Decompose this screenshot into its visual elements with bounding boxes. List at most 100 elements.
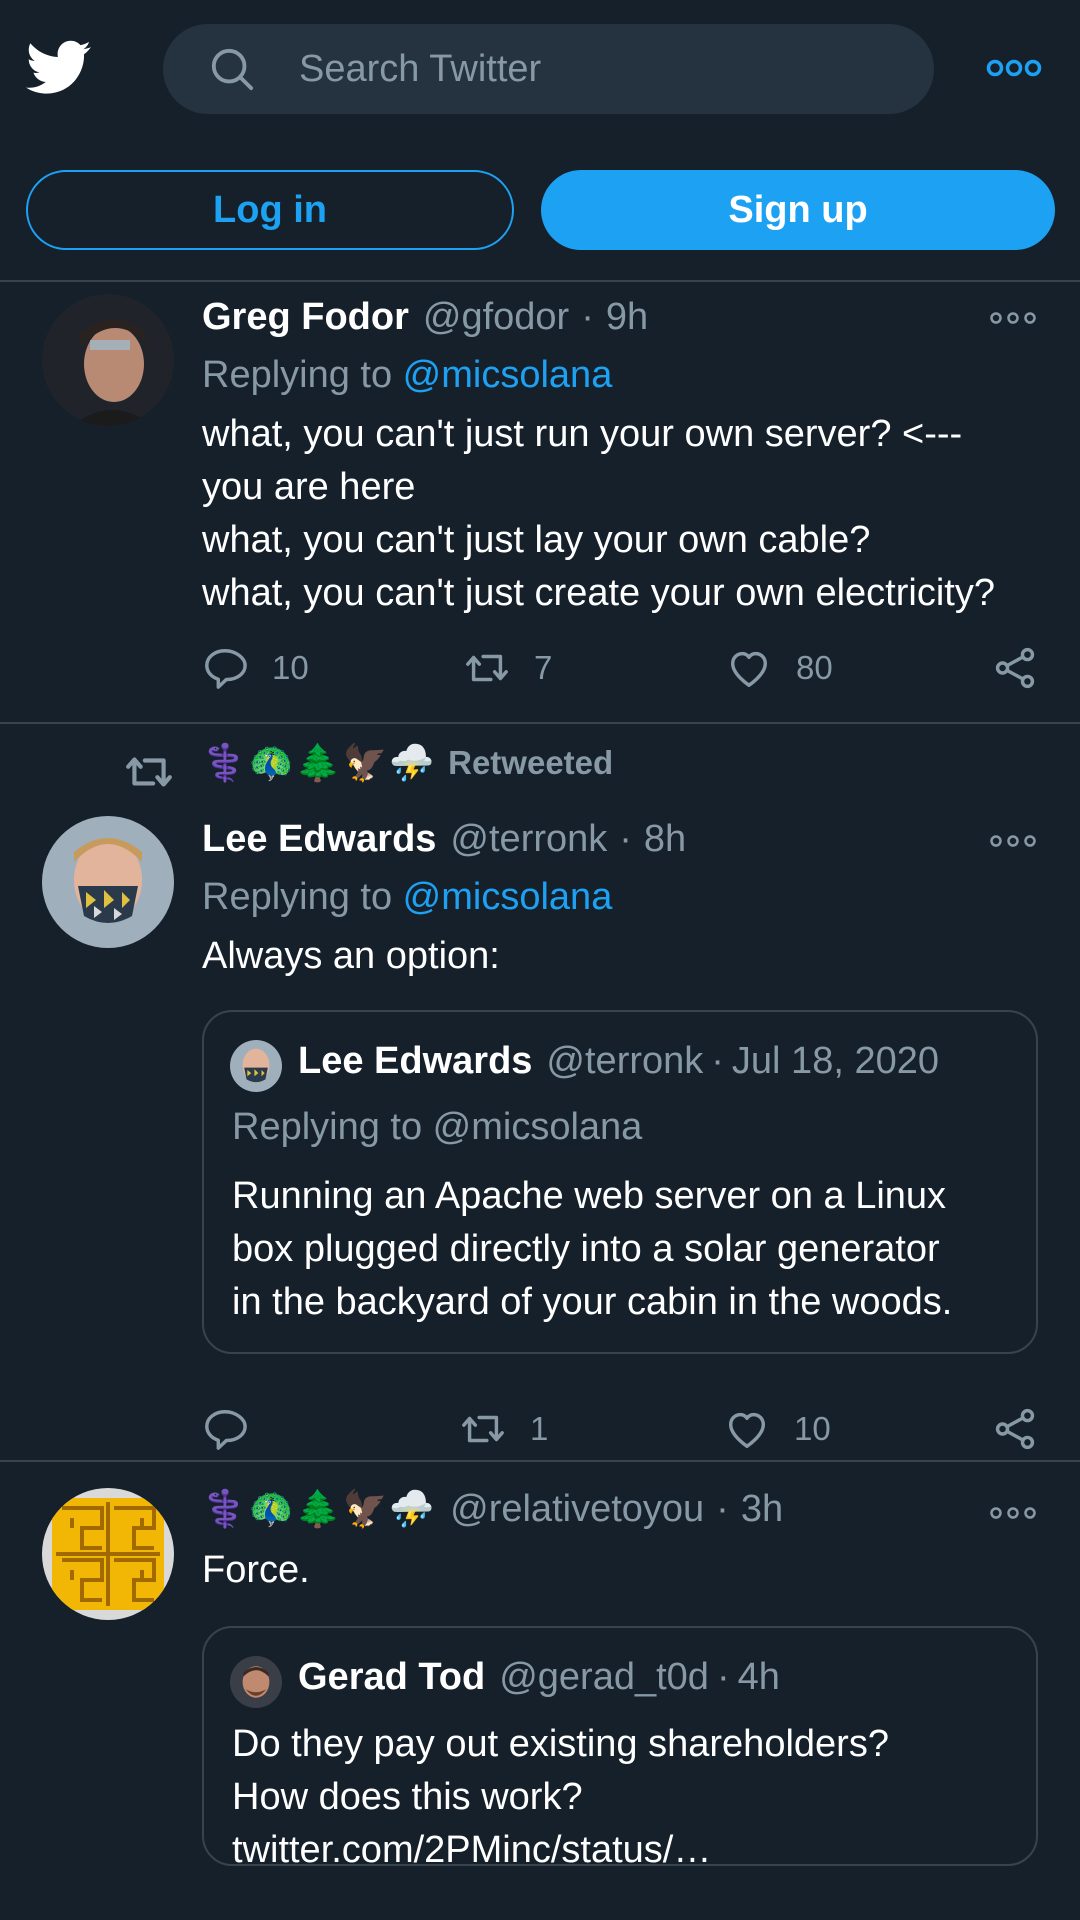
top-bar: Search Twitter Log in Sign up — [0, 0, 1080, 282]
tweet-menu-icon[interactable] — [990, 834, 1036, 848]
author-name[interactable]: Lee Edwards — [202, 818, 436, 861]
retweet-icon — [462, 1415, 504, 1443]
tweet-actions: 10 7 80 — [202, 643, 1042, 693]
quoted-tweet[interactable]: Lee Edwards @terronk · Jul 18, 2020 Repl… — [202, 1010, 1038, 1354]
quoted-link[interactable]: twitter.com/2PMinc/status/… — [232, 1824, 1022, 1877]
separator-dot: · — [716, 1488, 729, 1530]
search-icon — [211, 48, 254, 91]
quoted-avatar — [230, 1040, 282, 1092]
tweet-menu-icon[interactable] — [990, 1506, 1036, 1520]
retweet-button[interactable]: 1 — [460, 1404, 548, 1454]
quoted-text-line: in the backyard of your cabin in the woo… — [232, 1281, 953, 1323]
retweet-count: 1 — [530, 1410, 549, 1447]
reply-icon — [205, 1410, 247, 1450]
login-button[interactable]: Log in — [26, 170, 514, 250]
retweeted-icon — [126, 757, 172, 787]
tweet-header: Lee Edwards @terronk · 8h — [202, 818, 686, 868]
replying-to: Replying to @micsolana — [202, 354, 612, 397]
tweet[interactable]: ⚕️🦚🌲🦅⛈️ Retweeted Lee Edwards @terronk ·… — [0, 724, 1080, 1462]
separator-dot: · — [711, 1040, 724, 1082]
quoted-tweet[interactable]: Gerad Tod @gerad_t0d · 4h Do they pay ou… — [202, 1626, 1038, 1871]
reply-count: 10 — [272, 649, 309, 686]
share-icon — [995, 1408, 1035, 1450]
twitter-bird-icon[interactable] — [26, 38, 92, 98]
quoted-author-handle: @gerad_t0d — [499, 1656, 709, 1698]
avatar-photo-icon — [230, 1040, 282, 1092]
tweet-time[interactable]: 8h — [644, 818, 686, 861]
tweet-header: Greg Fodor @gfodor · 9h — [202, 296, 648, 346]
reply-button[interactable] — [202, 1404, 272, 1454]
separator-dot: · — [581, 296, 594, 338]
reply-button[interactable]: 10 — [202, 643, 309, 693]
like-count: 10 — [794, 1410, 831, 1447]
share-icon — [995, 647, 1035, 689]
search-placeholder: Search Twitter — [299, 48, 542, 90]
search-input[interactable]: Search Twitter — [163, 24, 934, 114]
tweet[interactable]: ⚕️🦚🌲🦅⛈️ @relativetoyou · 3h Force. Gerad… — [0, 1464, 1080, 1920]
quoted-text-line: Do they pay out existing shareholders? — [232, 1723, 889, 1765]
signup-button[interactable]: Sign up — [541, 170, 1055, 250]
tweet-text: Always an option: — [202, 935, 500, 977]
retweet-count: 7 — [534, 649, 553, 686]
quoted-text-line: Running an Apache web server on a Linux — [232, 1175, 947, 1217]
tweet[interactable]: Greg Fodor @gfodor · 9h Replying to @mic… — [0, 284, 1080, 724]
retweet-icon — [466, 654, 508, 682]
tweet-header: ⚕️🦚🌲🦅⛈️ @relativetoyou · 3h — [202, 1488, 783, 1538]
quoted-author-name: Lee Edwards — [298, 1040, 533, 1082]
author-name[interactable]: ⚕️🦚🌲🦅⛈️ — [202, 1488, 436, 1530]
replying-to-link[interactable]: @micsolana — [403, 354, 613, 396]
tweet-time[interactable]: 9h — [606, 296, 648, 339]
quoted-text-line: box plugged directly into a solar genera… — [232, 1228, 940, 1270]
tweet-menu-icon[interactable] — [990, 311, 1036, 325]
more-options-icon[interactable] — [986, 56, 1042, 80]
quoted-author-handle: @terronk — [546, 1040, 704, 1082]
avatar[interactable] — [42, 1488, 174, 1620]
tweet-text: what, you can't just run your own server… — [202, 408, 1062, 620]
like-button[interactable]: 10 — [724, 1404, 831, 1454]
avatar[interactable] — [42, 816, 174, 948]
maze-avatar-icon — [42, 1488, 174, 1620]
retweet-button[interactable]: 7 — [464, 643, 552, 693]
heart-icon — [728, 1412, 766, 1448]
quoted-date: 4h — [737, 1656, 780, 1698]
author-handle[interactable]: @gfodor — [423, 296, 569, 339]
quoted-text: Running an Apache web server on a Linux … — [232, 1170, 1022, 1329]
tweet-text-line: what, you can't just lay your own cable? — [202, 519, 871, 561]
quoted-text-line: How does this work? — [232, 1776, 583, 1818]
separator-dot: · — [716, 1656, 730, 1698]
replying-prefix: Replying to — [202, 354, 403, 396]
quoted-text: Do they pay out existing shareholders? H… — [232, 1718, 1022, 1877]
avatar-photo-icon — [230, 1656, 282, 1708]
quoted-author-name: Gerad Tod — [298, 1656, 486, 1698]
avatar-photo-icon — [42, 816, 174, 948]
quoted-header: Gerad Tod @gerad_t0d · 4h — [298, 1656, 780, 1699]
author-handle[interactable]: @relativetoyou — [450, 1488, 704, 1531]
tweet-text-line: what, you can't just create your own ele… — [202, 572, 995, 614]
tweet-text: Force. — [202, 1549, 310, 1591]
retweeter-name: ⚕️🦚🌲🦅⛈️ — [202, 743, 437, 784]
tweet-text-line: you are here — [202, 466, 416, 508]
like-count: 80 — [796, 649, 833, 686]
like-button[interactable]: 80 — [726, 643, 833, 693]
quoted-header: Lee Edwards @terronk · Jul 18, 2020 — [298, 1040, 939, 1083]
replying-to-link[interactable]: @micsolana — [403, 876, 613, 918]
avatar-photo-icon — [42, 294, 174, 426]
author-handle[interactable]: @terronk — [450, 818, 607, 861]
author-name[interactable]: Greg Fodor — [202, 296, 409, 339]
tweet-actions: 1 10 — [202, 1404, 1042, 1454]
quoted-date: Jul 18, 2020 — [731, 1040, 939, 1082]
avatar[interactable] — [42, 294, 174, 426]
reply-icon — [205, 649, 247, 689]
retweeted-label: Retweeted — [448, 744, 614, 781]
retweeted-by[interactable]: ⚕️🦚🌲🦅⛈️ Retweeted — [202, 738, 613, 788]
replying-to: Replying to @micsolana — [202, 876, 612, 919]
quoted-replying-to: Replying to @micsolana — [232, 1106, 643, 1148]
separator-dot: · — [619, 818, 632, 860]
tweet-text-line: what, you can't just run your own server… — [202, 413, 963, 455]
share-button[interactable] — [992, 643, 1038, 693]
replying-prefix: Replying to — [202, 876, 403, 918]
share-button[interactable] — [992, 1404, 1038, 1454]
quoted-avatar — [230, 1656, 282, 1708]
heart-icon — [730, 651, 768, 687]
tweet-time[interactable]: 3h — [741, 1488, 783, 1531]
